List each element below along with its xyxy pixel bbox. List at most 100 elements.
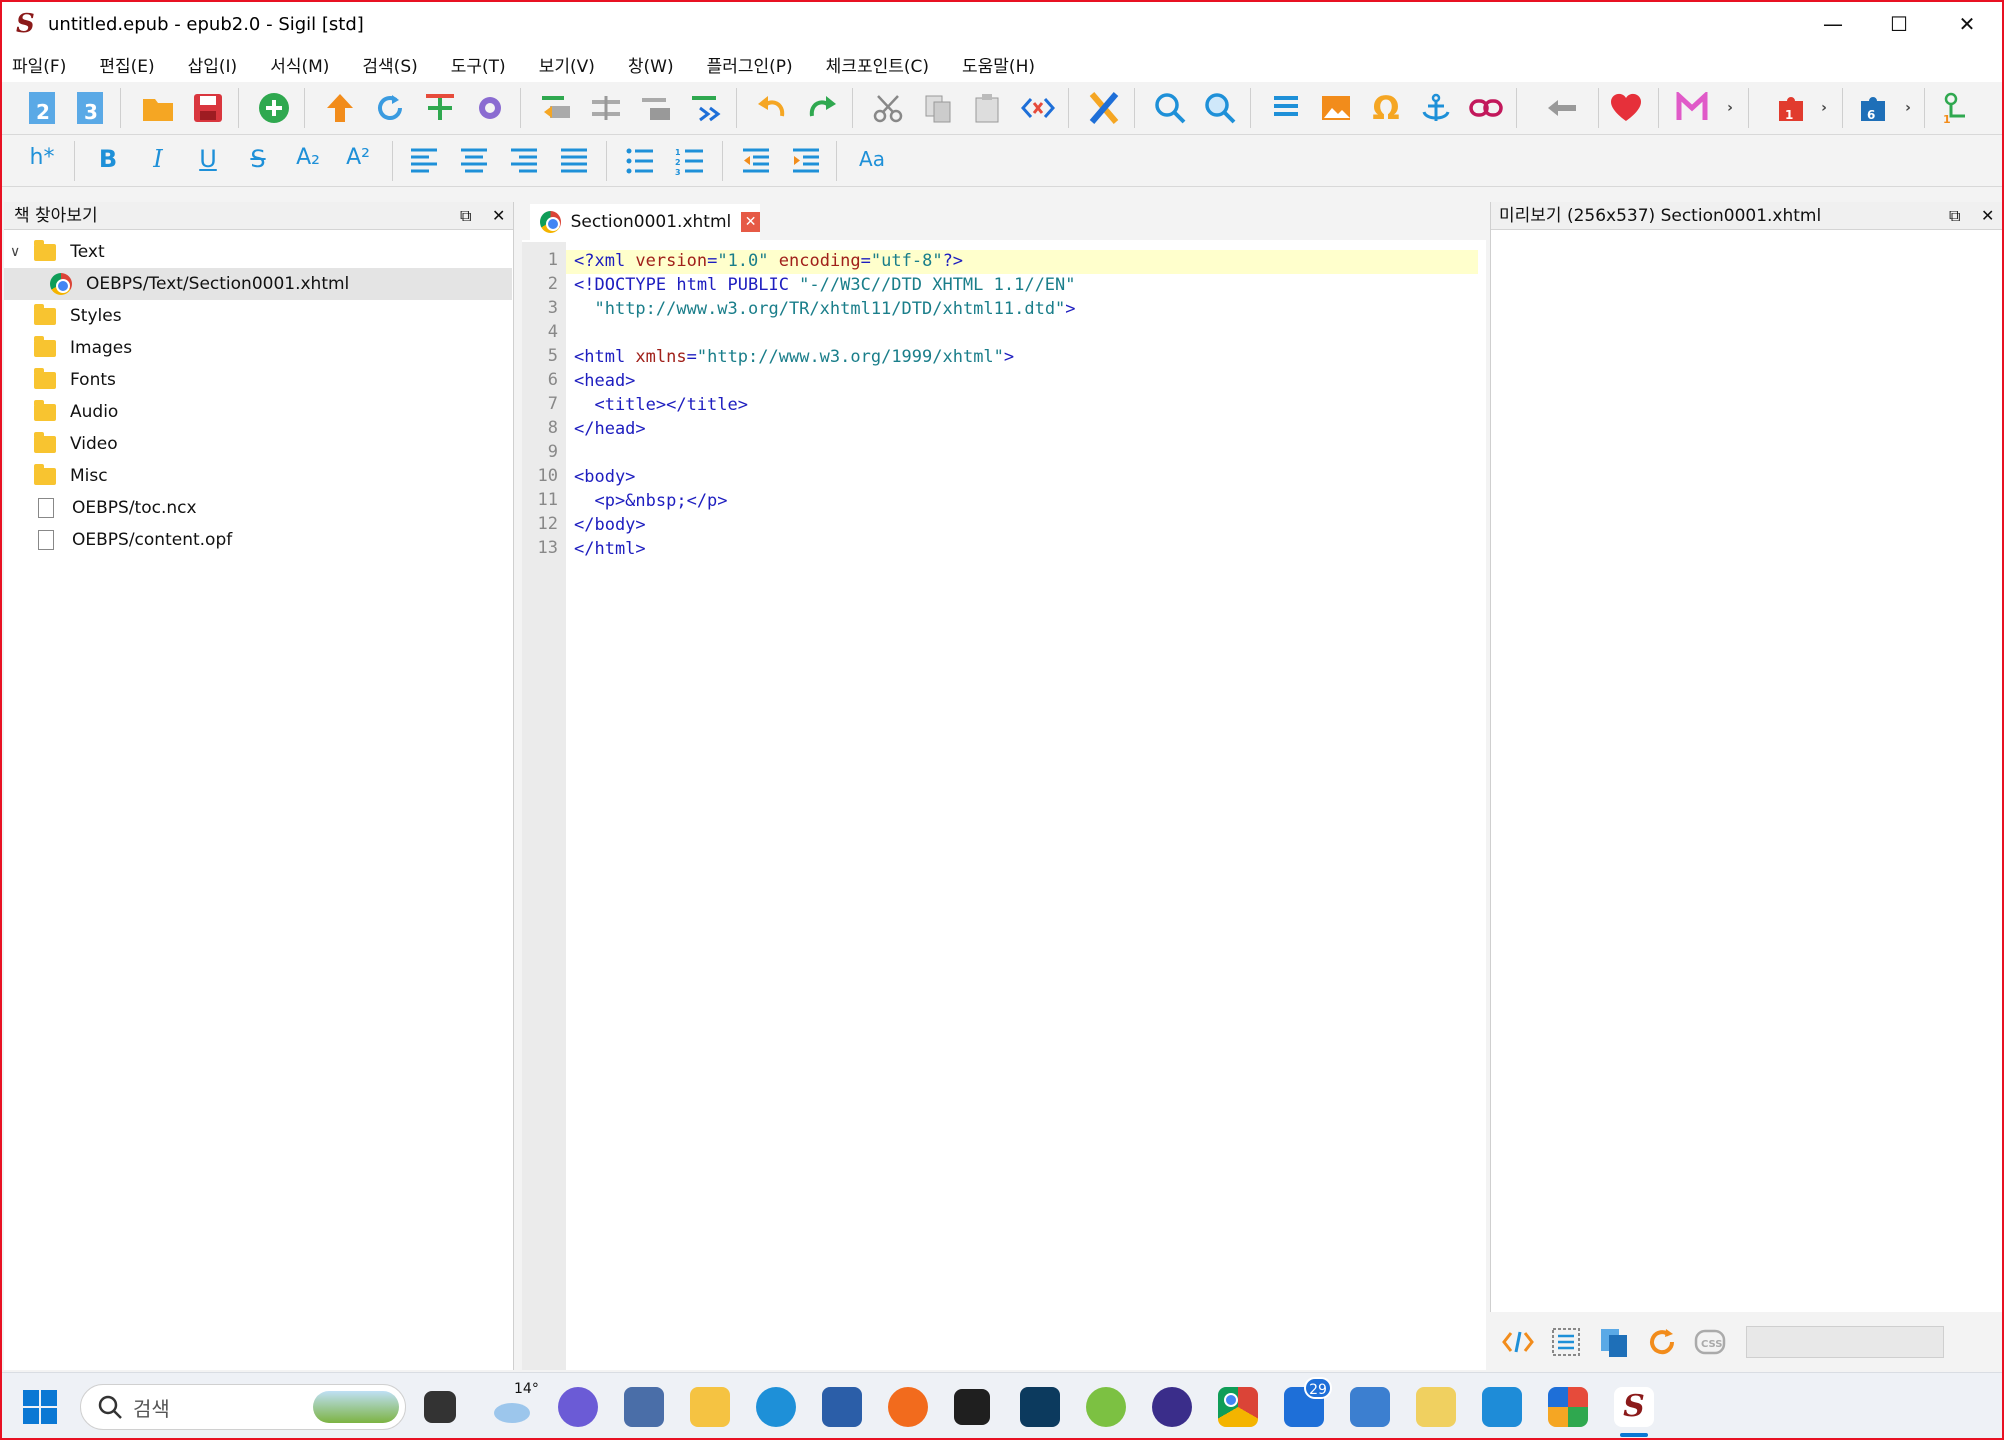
checkpoint-icon[interactable]: 1: [1938, 88, 1978, 128]
strikethrough-button[interactable]: S: [238, 145, 278, 173]
tree-item-fonts-folder[interactable]: Fonts: [4, 364, 512, 396]
chevron-right-icon[interactable]: ›: [1898, 88, 1918, 128]
tree-item-images-folder[interactable]: Images: [4, 332, 512, 364]
teams-chat-icon[interactable]: [558, 1387, 598, 1427]
special-character-omega-icon[interactable]: Ω: [1366, 88, 1406, 128]
find-icon[interactable]: [1150, 88, 1190, 128]
find-replace-icon[interactable]: [1200, 88, 1240, 128]
tree-item-toc-ncx[interactable]: OEBPS/toc.ncx: [4, 492, 512, 524]
tree-item-section0001[interactable]: OEBPS/Text/Section0001.xhtml: [4, 268, 512, 300]
plugin-6-puzzle-icon[interactable]: 6: [1854, 88, 1894, 128]
store-icon[interactable]: [822, 1387, 862, 1427]
indent-icon[interactable]: [786, 141, 826, 181]
chevron-right-icon[interactable]: ›: [1814, 88, 1834, 128]
notepad-icon[interactable]: [1482, 1387, 1522, 1427]
epub2-icon[interactable]: 2: [22, 88, 62, 128]
code-line-6[interactable]: <head>: [574, 371, 635, 391]
code-line-3[interactable]: "http://www.w3.org/TR/xhtml11/DTD/xhtml1…: [574, 299, 1075, 319]
task-view-icon[interactable]: [424, 1391, 456, 1423]
chevron-down-icon[interactable]: ∨: [10, 244, 20, 260]
inspect-code-icon[interactable]: [1498, 1322, 1538, 1362]
paste-icon[interactable]: [968, 88, 1008, 128]
italic-button[interactable]: I: [138, 145, 178, 173]
code-line-2[interactable]: <!DOCTYPE html PUBLIC "-//W3C//DTD XHTML…: [574, 275, 1076, 295]
select-all-icon[interactable]: [1546, 1322, 1586, 1362]
menu-window[interactable]: 창(W): [628, 52, 674, 77]
refresh-icon[interactable]: [370, 88, 410, 128]
float-panel-icon[interactable]: ⧉: [460, 202, 471, 230]
outdent-icon[interactable]: [736, 141, 776, 181]
code-line-1[interactable]: <?xml version="1.0" encoding="utf-8"?>: [574, 251, 963, 271]
edge-browser-icon[interactable]: [756, 1387, 796, 1427]
align-right-icon[interactable]: [504, 141, 544, 181]
superscript-button[interactable]: A²: [338, 145, 378, 170]
mail-app-icon[interactable]: 29: [1284, 1377, 1332, 1427]
align-left-icon[interactable]: [404, 141, 444, 181]
split-marker-icon[interactable]: [586, 88, 626, 128]
go-to-link-icon[interactable]: [686, 88, 726, 128]
dropbox-icon[interactable]: [954, 1389, 990, 1425]
tree-item-text-folder[interactable]: ∨ Text: [4, 236, 512, 268]
menu-help[interactable]: 도움말(H): [962, 52, 1035, 77]
merge-icon[interactable]: [636, 88, 676, 128]
code-line-8[interactable]: </head>: [574, 419, 646, 439]
epub3-icon[interactable]: 3: [70, 88, 110, 128]
tree-item-audio-folder[interactable]: Audio: [4, 396, 512, 428]
insert-before-icon[interactable]: [536, 88, 576, 128]
chevron-right-icon[interactable]: ›: [1720, 88, 1740, 128]
tab-close-icon[interactable]: ✕: [741, 212, 760, 232]
weather-widget[interactable]: 14°: [490, 1381, 539, 1427]
chrome-icon[interactable]: [1218, 1387, 1258, 1427]
copy-page-icon[interactable]: [1594, 1322, 1634, 1362]
table-of-contents-icon[interactable]: [1266, 88, 1306, 128]
tree-item-video-folder[interactable]: Video: [4, 428, 512, 460]
heading-button[interactable]: h*: [22, 145, 62, 170]
reload-preview-icon[interactable]: [1642, 1322, 1682, 1362]
copy-icon[interactable]: [918, 88, 958, 128]
menu-insert[interactable]: 삽입(I): [188, 52, 238, 77]
qgis-icon[interactable]: [1086, 1387, 1126, 1427]
code-line-12[interactable]: </body>: [574, 515, 646, 535]
float-panel-icon[interactable]: ⧉: [1949, 202, 1960, 230]
cut-scissors-icon[interactable]: [868, 88, 908, 128]
tree-item-styles-folder[interactable]: Styles: [4, 300, 512, 332]
preview-zoom-field[interactable]: [1746, 1326, 1944, 1358]
split-add-icon[interactable]: [420, 88, 460, 128]
file-explorer-icon[interactable]: [690, 1387, 730, 1427]
css-toggle-icon[interactable]: CSS: [1690, 1322, 1730, 1362]
plugin-1-puzzle-icon[interactable]: 1: [1772, 88, 1812, 128]
mu-editor-icon[interactable]: [1152, 1387, 1192, 1427]
tree-item-misc-folder[interactable]: Misc: [4, 460, 512, 492]
colorful-app-icon[interactable]: [1548, 1387, 1588, 1427]
undo-icon[interactable]: [752, 88, 792, 128]
save-icon[interactable]: [188, 88, 228, 128]
dark-app-icon[interactable]: [1020, 1387, 1060, 1427]
bold-button[interactable]: B: [88, 145, 128, 173]
insert-image-icon[interactable]: [1316, 88, 1356, 128]
change-case-button[interactable]: Aa: [852, 147, 892, 171]
tab-section0001[interactable]: Section0001.xhtml ✕: [530, 204, 760, 240]
menu-file[interactable]: 파일(F): [12, 52, 66, 77]
menu-plugins[interactable]: 플러그인(P): [707, 52, 793, 77]
redo-icon[interactable]: [802, 88, 842, 128]
settings-gear-icon[interactable]: [470, 88, 510, 128]
minimize-button[interactable]: —: [1798, 2, 1868, 46]
firefox-icon[interactable]: [888, 1387, 928, 1427]
sigil-taskbar-icon[interactable]: S: [1614, 1387, 1654, 1427]
code-line-11[interactable]: <p>&nbsp;</p>: [574, 491, 727, 511]
photo-app-icon[interactable]: [624, 1387, 664, 1427]
menu-edit[interactable]: 편집(E): [99, 52, 154, 77]
code-editor-area[interactable]: [522, 202, 1486, 1370]
align-center-icon[interactable]: [454, 141, 494, 181]
tree-item-content-opf[interactable]: OEBPS/content.opf: [4, 524, 512, 556]
dictionary-app-icon[interactable]: [1350, 1387, 1390, 1427]
code-line-13[interactable]: </html>: [574, 539, 646, 559]
code-line-7[interactable]: <title></title>: [574, 395, 748, 415]
anchor-icon[interactable]: [1416, 88, 1456, 128]
menu-tools[interactable]: 도구(T): [451, 52, 506, 77]
m-plugin-icon[interactable]: [1672, 88, 1712, 128]
close-button[interactable]: ✕: [1932, 2, 2002, 46]
underline-button[interactable]: U: [188, 145, 228, 173]
taskbar-search-input[interactable]: 검색: [80, 1384, 406, 1430]
windows-start-icon[interactable]: [22, 1389, 58, 1425]
